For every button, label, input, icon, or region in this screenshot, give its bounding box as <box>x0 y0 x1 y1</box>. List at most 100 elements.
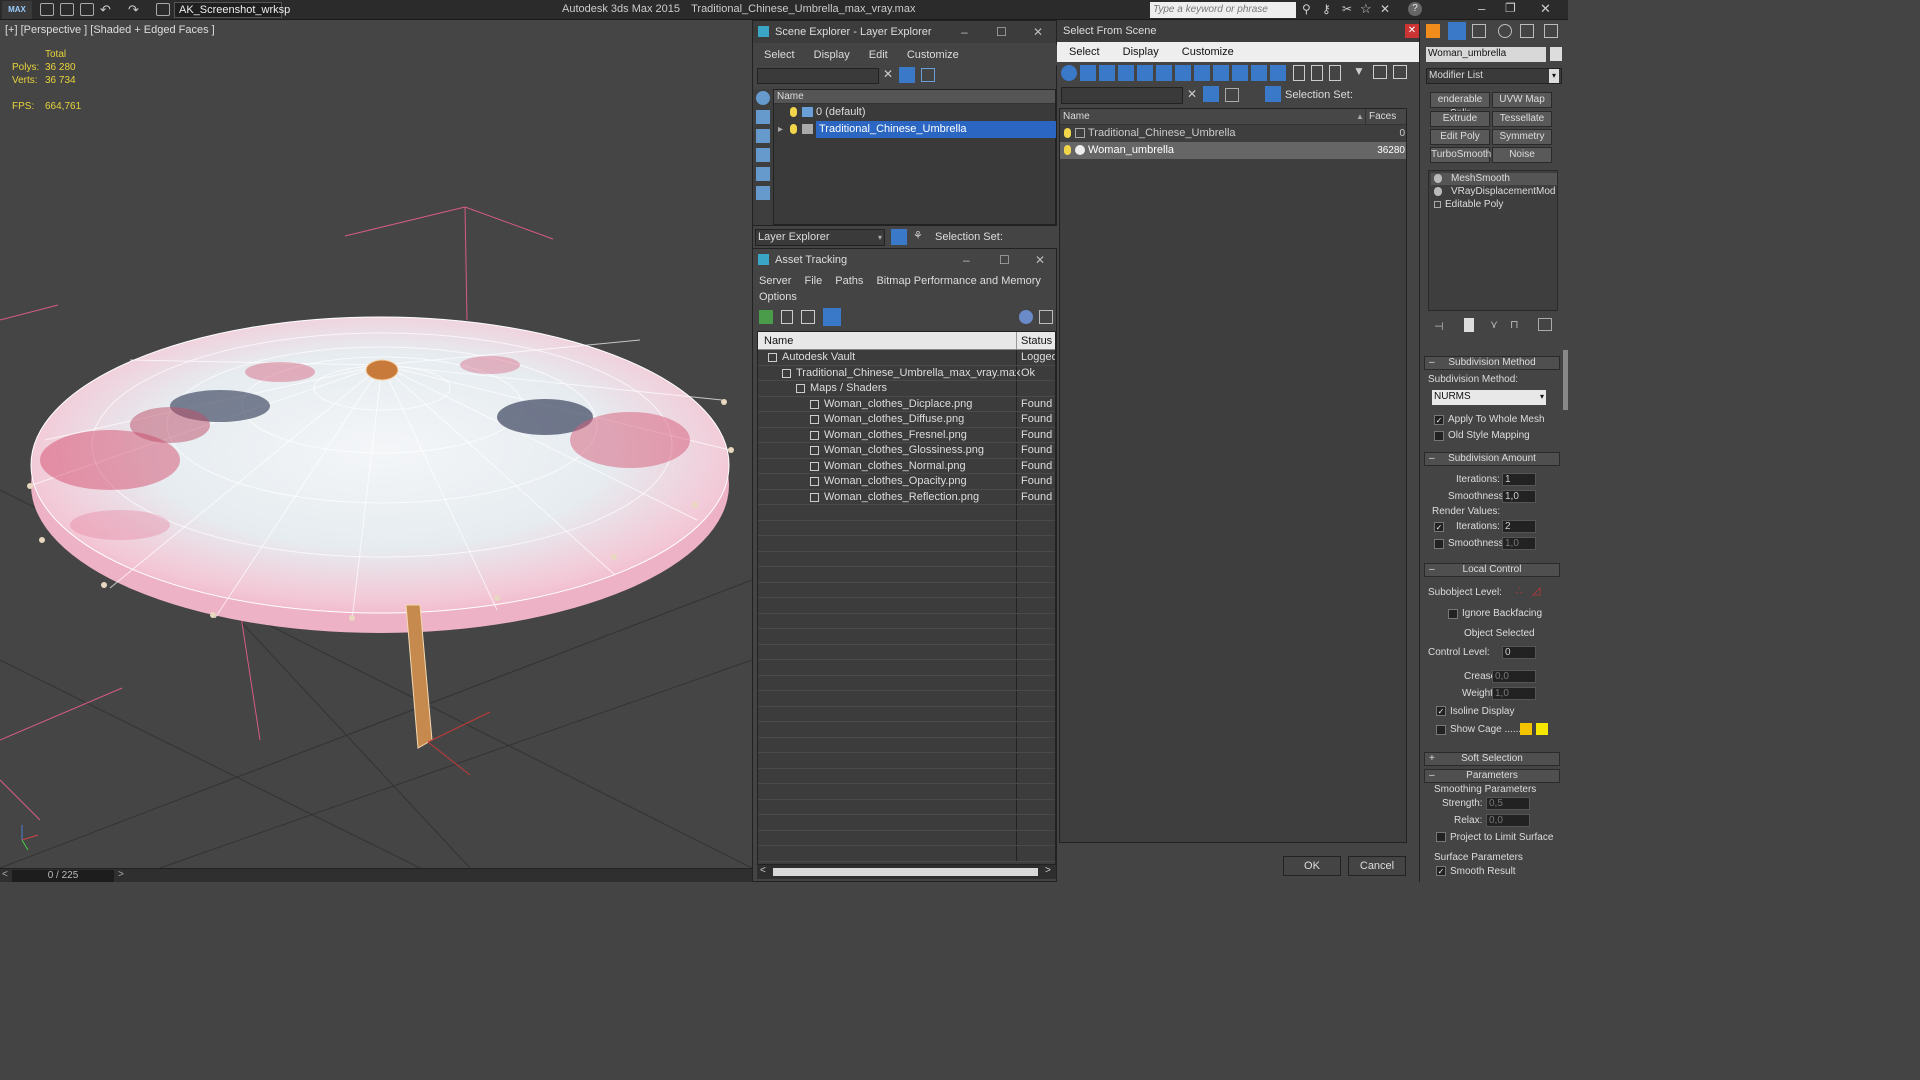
lightbulb-icon[interactable] <box>790 107 797 117</box>
edit-poly-button[interactable]: Edit Poly <box>1430 129 1490 145</box>
crease-spinner[interactable]: 0,0 <box>1492 670 1536 683</box>
select-none-icon[interactable] <box>1311 65 1323 81</box>
settings-icon[interactable] <box>1039 310 1053 324</box>
close-icon[interactable]: ✕ <box>1540 1 1551 17</box>
key-icon[interactable]: ⚷ <box>1322 2 1331 16</box>
object-row[interactable]: Traditional_Chinese_Umbrella 0 <box>1060 125 1406 142</box>
menu-customize[interactable]: Customize <box>907 45 959 65</box>
display-cameras-icon[interactable] <box>1137 65 1153 81</box>
weight-spinner[interactable]: 1,0 <box>1492 687 1536 700</box>
menu-options[interactable]: Options <box>759 291 797 303</box>
new-file-icon[interactable] <box>40 3 54 16</box>
display-frozen-icon[interactable] <box>1270 65 1286 81</box>
project-limit-checkbox[interactable] <box>1436 832 1446 842</box>
menu-customize[interactable]: Customize <box>1182 46 1234 58</box>
create-tab-icon[interactable] <box>1426 24 1440 38</box>
search-input[interactable]: Type a keyword or phrase <box>1150 2 1296 18</box>
expand-arrow-icon[interactable]: ▸ <box>778 121 783 138</box>
clear-search-icon[interactable]: ✕ <box>1187 87 1197 101</box>
horizontal-scrollbar[interactable]: < > <box>757 865 1056 879</box>
display-shapes-icon[interactable] <box>1099 65 1115 81</box>
menu-display[interactable]: Display <box>814 45 850 65</box>
show-end-result-icon[interactable] <box>1464 318 1474 332</box>
render-iterations-checkbox[interactable]: ✓ <box>1434 522 1444 532</box>
display-geometry-icon[interactable] <box>756 110 770 124</box>
asset-tracking-titlebar[interactable]: Asset Tracking – ☐ ✕ <box>753 249 1056 271</box>
parameters-rollout[interactable]: – Parameters <box>1424 769 1560 783</box>
time-slider[interactable]: 0 / 225 <box>12 870 114 882</box>
display-cameras-icon[interactable] <box>756 167 770 181</box>
show-cage-checkbox[interactable] <box>1436 725 1446 735</box>
layer-explorer-icon[interactable] <box>891 229 907 245</box>
display-spacewarps-icon[interactable] <box>1175 65 1191 81</box>
menu-file[interactable]: File <box>804 275 822 287</box>
hierarchy-filter-icon[interactable] <box>1373 65 1387 79</box>
smooth-result-checkbox[interactable]: ✓ <box>1436 866 1446 876</box>
help-icon[interactable]: ? <box>1408 2 1422 16</box>
menu-select[interactable]: Select <box>1069 46 1100 58</box>
hierarchy-tab-icon[interactable] <box>1472 24 1486 38</box>
subdivision-method-select[interactable]: NURMS ▾ <box>1432 390 1546 405</box>
remove-modifier-icon[interactable]: ⊓ <box>1510 318 1519 331</box>
render-smoothness-spinner[interactable]: 1,0 <box>1502 537 1536 550</box>
cage-color-swatch[interactable] <box>1520 723 1532 735</box>
stack-item-editable-poly[interactable]: Editable Poly <box>1431 199 1557 211</box>
scene-search-input[interactable] <box>757 68 879 84</box>
relax-spinner[interactable]: 0,0 <box>1486 814 1530 827</box>
scroll-right-icon[interactable]: > <box>1045 865 1051 876</box>
select-all-icon[interactable] <box>1293 65 1305 81</box>
menu-server[interactable]: Server <box>759 275 791 287</box>
undo-icon[interactable]: ↶ <box>100 2 111 18</box>
open-file-icon[interactable] <box>60 3 74 16</box>
render-iterations-spinner[interactable]: 2 <box>1502 520 1536 533</box>
display-groups-icon[interactable] <box>1194 65 1210 81</box>
subdivision-amount-rollout[interactable]: – Subdivision Amount <box>1424 452 1560 466</box>
local-control-rollout[interactable]: – Local Control <box>1424 563 1560 577</box>
thumbnail-icon[interactable] <box>801 310 815 324</box>
column-header-name[interactable]: Name <box>1063 111 1090 122</box>
object-color-swatch[interactable] <box>1550 47 1562 61</box>
iterations-spinner[interactable]: 1 <box>1502 473 1536 486</box>
restore-icon[interactable]: ❐ <box>1505 1 1516 15</box>
isoline-display-checkbox[interactable]: ✓ <box>1436 706 1446 716</box>
collapse-icon[interactable] <box>1393 65 1407 79</box>
pin-stack-icon[interactable]: ⊣ <box>1434 320 1444 333</box>
display-lights-icon[interactable] <box>1118 65 1134 81</box>
minimize-icon[interactable]: – <box>961 21 968 43</box>
filter-icon[interactable] <box>1203 86 1219 102</box>
scroll-thumb[interactable] <box>773 868 1038 876</box>
asset-row[interactable]: Autodesk Vault Logged <box>758 350 1055 366</box>
vertex-level-icon[interactable]: ∴ <box>1516 586 1522 597</box>
workspace-dropdown[interactable]: AK_Screenshot_wrksp <box>174 2 290 18</box>
asset-row[interactable]: Woman_clothes_Fresnel.png Found <box>758 427 1055 443</box>
minimize-icon[interactable]: – <box>1478 1 1485 16</box>
apply-whole-mesh-checkbox[interactable]: ✓ <box>1434 415 1444 425</box>
menu-bitmap-performance[interactable]: Bitmap Performance and Memory <box>876 275 1040 287</box>
close-icon[interactable]: ✕ <box>1033 21 1043 43</box>
column-header-name[interactable]: Name <box>758 335 793 347</box>
modify-tab-icon[interactable] <box>1448 22 1466 40</box>
asset-row[interactable]: Woman_clothes_Diffuse.png Found <box>758 412 1055 428</box>
help-icon[interactable] <box>1019 310 1033 324</box>
layer-tool-icon[interactable] <box>921 68 935 82</box>
x-tools-icon[interactable]: ✕ <box>1380 2 1390 16</box>
extrude-button[interactable]: Extrude <box>1430 111 1490 127</box>
ignore-backfacing-checkbox[interactable] <box>1448 609 1458 619</box>
lightbulb-icon[interactable] <box>790 124 797 134</box>
soft-selection-rollout[interactable]: + Soft Selection <box>1424 752 1560 766</box>
filter-icon[interactable]: ▼ <box>1353 64 1365 78</box>
layer-icon[interactable] <box>1225 88 1239 102</box>
smoothness-spinner[interactable]: 1,0 <box>1502 490 1536 503</box>
list-view-icon[interactable] <box>781 310 793 324</box>
scroll-left-icon[interactable]: < <box>760 865 766 876</box>
next-frame-icon[interactable]: > <box>118 869 124 880</box>
strength-spinner[interactable]: 0,5 <box>1486 797 1530 810</box>
display-shapes-icon[interactable] <box>756 129 770 143</box>
maximize-icon[interactable]: ☐ <box>999 249 1010 271</box>
save-icon[interactable] <box>80 3 94 16</box>
close-icon[interactable]: ✕ <box>1405 24 1419 38</box>
menu-display[interactable]: Display <box>1123 46 1159 58</box>
turbosmooth-button[interactable]: TurboSmooth <box>1430 147 1491 163</box>
lightbulb-icon[interactable] <box>1064 145 1071 155</box>
asset-row[interactable]: Woman_clothes_Normal.png Found <box>758 458 1055 474</box>
